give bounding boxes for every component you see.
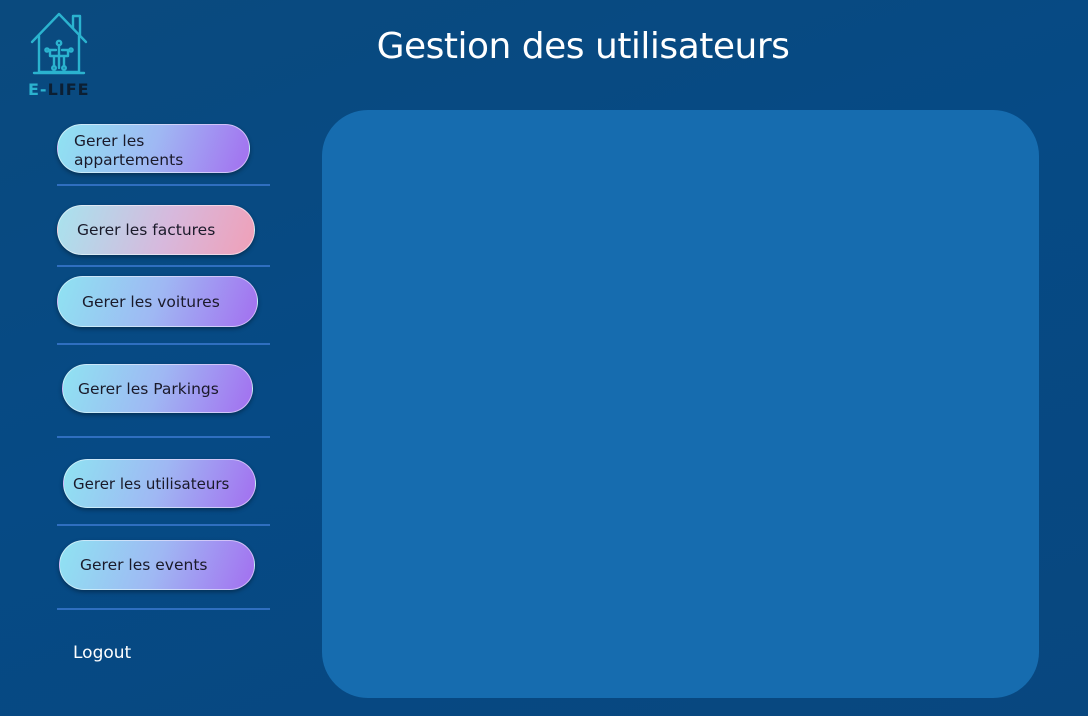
sidebar-item-events[interactable]: Gerer les events	[59, 540, 255, 590]
main-content-panel	[322, 110, 1039, 698]
sidebar-item-factures[interactable]: Gerer les factures	[57, 205, 255, 255]
sidebar-divider	[57, 184, 270, 186]
logout-link[interactable]: Logout	[73, 643, 131, 663]
sidebar-item-parkings[interactable]: Gerer les Parkings	[62, 364, 253, 413]
sidebar-item-utilisateurs[interactable]: Gerer les utilisateurs	[63, 459, 256, 508]
logo-accent-text: E-	[28, 80, 48, 99]
sidebar-divider	[57, 608, 270, 610]
sidebar-divider	[57, 524, 270, 526]
sidebar-item-appartements[interactable]: Gerer les appartements	[57, 124, 250, 173]
sidebar-item-label: Gerer les voitures	[82, 292, 220, 311]
sidebar-divider	[57, 265, 270, 267]
smart-home-icon	[30, 12, 88, 75]
sidebar-item-label: Gerer les Parkings	[78, 379, 219, 398]
sidebar-item-voitures[interactable]: Gerer les voitures	[57, 276, 258, 327]
logo-wordmark: E-LIFE	[28, 80, 94, 99]
page-title: Gestion des utilisateurs	[376, 26, 790, 67]
sidebar-divider	[57, 436, 270, 438]
sidebar-item-label: Gerer les factures	[77, 221, 216, 239]
sidebar-divider	[57, 343, 270, 345]
sidebar-item-label: Gerer les events	[80, 556, 208, 574]
app-logo: E-LIFE	[28, 10, 94, 100]
logo-main-text: LIFE	[47, 80, 90, 99]
sidebar-item-label: Gerer les appartements	[74, 131, 184, 169]
sidebar-item-label: Gerer les utilisateurs	[73, 474, 230, 493]
